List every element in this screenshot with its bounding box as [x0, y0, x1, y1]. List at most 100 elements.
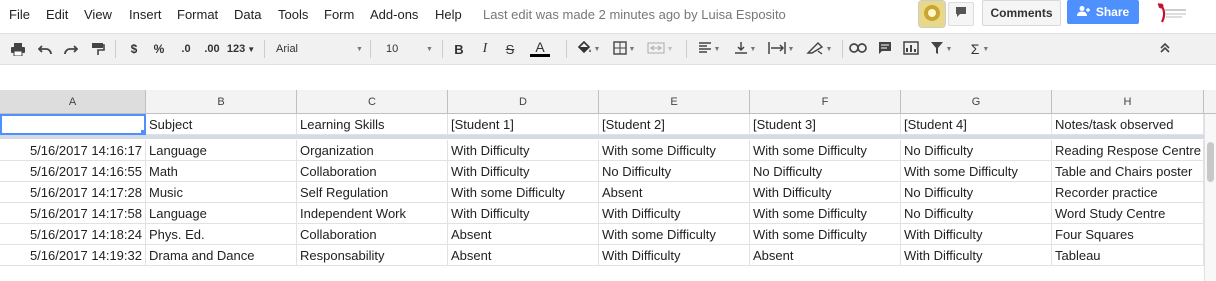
column-header-h[interactable]: H	[1052, 90, 1204, 114]
table-cell[interactable]: With Difficulty	[750, 182, 901, 203]
table-cell[interactable]: With some Difficulty	[901, 161, 1052, 182]
menu-tools[interactable]: Tools	[278, 7, 308, 22]
text-wrap-button[interactable]: ▼	[764, 39, 798, 59]
table-cell[interactable]: Collaboration	[297, 161, 448, 182]
table-cell[interactable]: No Difficulty	[901, 140, 1052, 161]
table-cell[interactable]: With some Difficulty	[750, 140, 901, 161]
table-cell[interactable]: With Difficulty	[901, 224, 1052, 245]
table-cell[interactable]: Recorder practice	[1052, 182, 1204, 203]
formula-bar[interactable]	[0, 65, 1216, 89]
column-header-f[interactable]: F	[750, 90, 901, 114]
undo-icon[interactable]	[36, 39, 54, 59]
column-header-e[interactable]: E	[599, 90, 750, 114]
table-cell[interactable]: No Difficulty	[901, 182, 1052, 203]
borders-button[interactable]: ▼	[609, 39, 639, 59]
bold-button[interactable]: B	[451, 39, 467, 59]
more-formats-button[interactable]: 123 ▼	[226, 39, 256, 59]
menu-data[interactable]: Data	[234, 7, 261, 22]
menu-insert[interactable]: Insert	[129, 7, 162, 22]
table-cell[interactable]: Language	[146, 140, 297, 161]
menu-edit[interactable]: Edit	[46, 7, 68, 22]
insert-comment-button[interactable]	[875, 39, 895, 59]
header-cell[interactable]: [Student 3]	[750, 114, 901, 135]
vertical-align-button[interactable]: ▼	[730, 39, 760, 59]
table-cell[interactable]: Absent	[599, 182, 750, 203]
header-cell[interactable]: [Student 4]	[901, 114, 1052, 135]
table-cell[interactable]: With Difficulty	[901, 245, 1052, 266]
text-rotation-button[interactable]: ▼	[802, 39, 836, 59]
insert-link-button[interactable]	[848, 39, 868, 59]
table-cell[interactable]: Self Regulation	[297, 182, 448, 203]
table-cell[interactable]: 5/16/2017 14:16:55	[0, 161, 146, 182]
header-cell[interactable]: Subject	[146, 114, 297, 135]
column-header-a[interactable]: A	[0, 90, 146, 114]
table-cell[interactable]: Word Study Centre	[1052, 203, 1204, 224]
table-cell[interactable]: With some Difficulty	[599, 140, 750, 161]
header-cell[interactable]: [Student 2]	[599, 114, 750, 135]
table-cell[interactable]: Music	[146, 182, 297, 203]
font-family-select[interactable]: Arial ▼	[276, 39, 363, 59]
collapse-toolbar-button[interactable]	[1155, 39, 1175, 59]
table-cell[interactable]: 5/16/2017 14:18:24	[0, 224, 146, 245]
table-cell[interactable]: Absent	[448, 224, 599, 245]
print-icon[interactable]	[9, 39, 27, 59]
vertical-scrollbar[interactable]	[1204, 114, 1216, 281]
strikethrough-button[interactable]: S	[502, 39, 518, 59]
table-cell[interactable]: With some Difficulty	[448, 182, 599, 203]
italic-button[interactable]: I	[477, 39, 493, 59]
table-cell[interactable]: No Difficulty	[599, 161, 750, 182]
table-cell[interactable]: With Difficulty	[599, 245, 750, 266]
table-cell[interactable]: With Difficulty	[448, 140, 599, 161]
menu-form[interactable]: Form	[324, 7, 354, 22]
menu-addons[interactable]: Add-ons	[370, 7, 418, 22]
table-cell[interactable]: With some Difficulty	[750, 203, 901, 224]
column-header-b[interactable]: B	[146, 90, 297, 114]
table-cell[interactable]: Organization	[297, 140, 448, 161]
table-cell[interactable]: Drama and Dance	[146, 245, 297, 266]
percent-format-button[interactable]: %	[151, 39, 167, 59]
table-cell[interactable]: 5/16/2017 14:16:17	[0, 140, 146, 161]
filter-button[interactable]: ▼	[926, 39, 956, 59]
table-cell[interactable]: With some Difficulty	[599, 224, 750, 245]
table-cell[interactable]: Table and Chairs poster	[1052, 161, 1204, 182]
table-cell[interactable]: Four Squares	[1052, 224, 1204, 245]
comments-button[interactable]: Comments	[982, 0, 1061, 26]
paint-format-icon[interactable]	[89, 39, 107, 59]
table-cell[interactable]: Collaboration	[297, 224, 448, 245]
merge-cells-button[interactable]: ▼	[643, 39, 677, 59]
header-cell[interactable]: Learning Skills	[297, 114, 448, 135]
table-cell[interactable]: Tableau	[1052, 245, 1204, 266]
decrease-decimal-button[interactable]: .0	[175, 39, 197, 59]
table-cell[interactable]: Phys. Ed.	[146, 224, 297, 245]
table-cell[interactable]: With Difficulty	[599, 203, 750, 224]
table-cell[interactable]: With Difficulty	[448, 161, 599, 182]
increase-decimal-button[interactable]: .00	[201, 39, 223, 59]
menu-format[interactable]: Format	[177, 7, 218, 22]
table-cell[interactable]: Responsability	[297, 245, 448, 266]
table-cell[interactable]: With Difficulty	[448, 203, 599, 224]
table-cell[interactable]: Absent	[448, 245, 599, 266]
chat-button[interactable]	[948, 2, 974, 26]
fill-color-button[interactable]: ▼	[573, 39, 603, 59]
table-cell[interactable]: 5/16/2017 14:19:32	[0, 245, 146, 266]
functions-button[interactable]: Σ ▼	[965, 39, 995, 59]
table-cell[interactable]: Language	[146, 203, 297, 224]
redo-icon[interactable]	[62, 39, 80, 59]
table-cell[interactable]: 5/16/2017 14:17:58	[0, 203, 146, 224]
table-cell[interactable]: No Difficulty	[750, 161, 901, 182]
insert-chart-button[interactable]	[900, 39, 922, 59]
user-avatar[interactable]	[918, 0, 946, 28]
menu-file[interactable]: File	[9, 7, 30, 22]
menu-view[interactable]: View	[84, 7, 112, 22]
table-cell[interactable]: 5/16/2017 14:17:28	[0, 182, 146, 203]
scrollbar-thumb[interactable]	[1207, 142, 1214, 182]
frozen-row-divider[interactable]	[0, 135, 1216, 139]
header-cell[interactable]: Notes/task observed	[1052, 114, 1204, 135]
table-cell[interactable]: Absent	[750, 245, 901, 266]
font-size-select[interactable]: 10 ▼	[386, 39, 434, 59]
table-cell[interactable]: No Difficulty	[901, 203, 1052, 224]
horizontal-align-button[interactable]: ▼	[694, 39, 724, 59]
table-cell[interactable]: Math	[146, 161, 297, 182]
currency-format-button[interactable]: $	[126, 39, 142, 59]
menu-help[interactable]: Help	[435, 7, 462, 22]
